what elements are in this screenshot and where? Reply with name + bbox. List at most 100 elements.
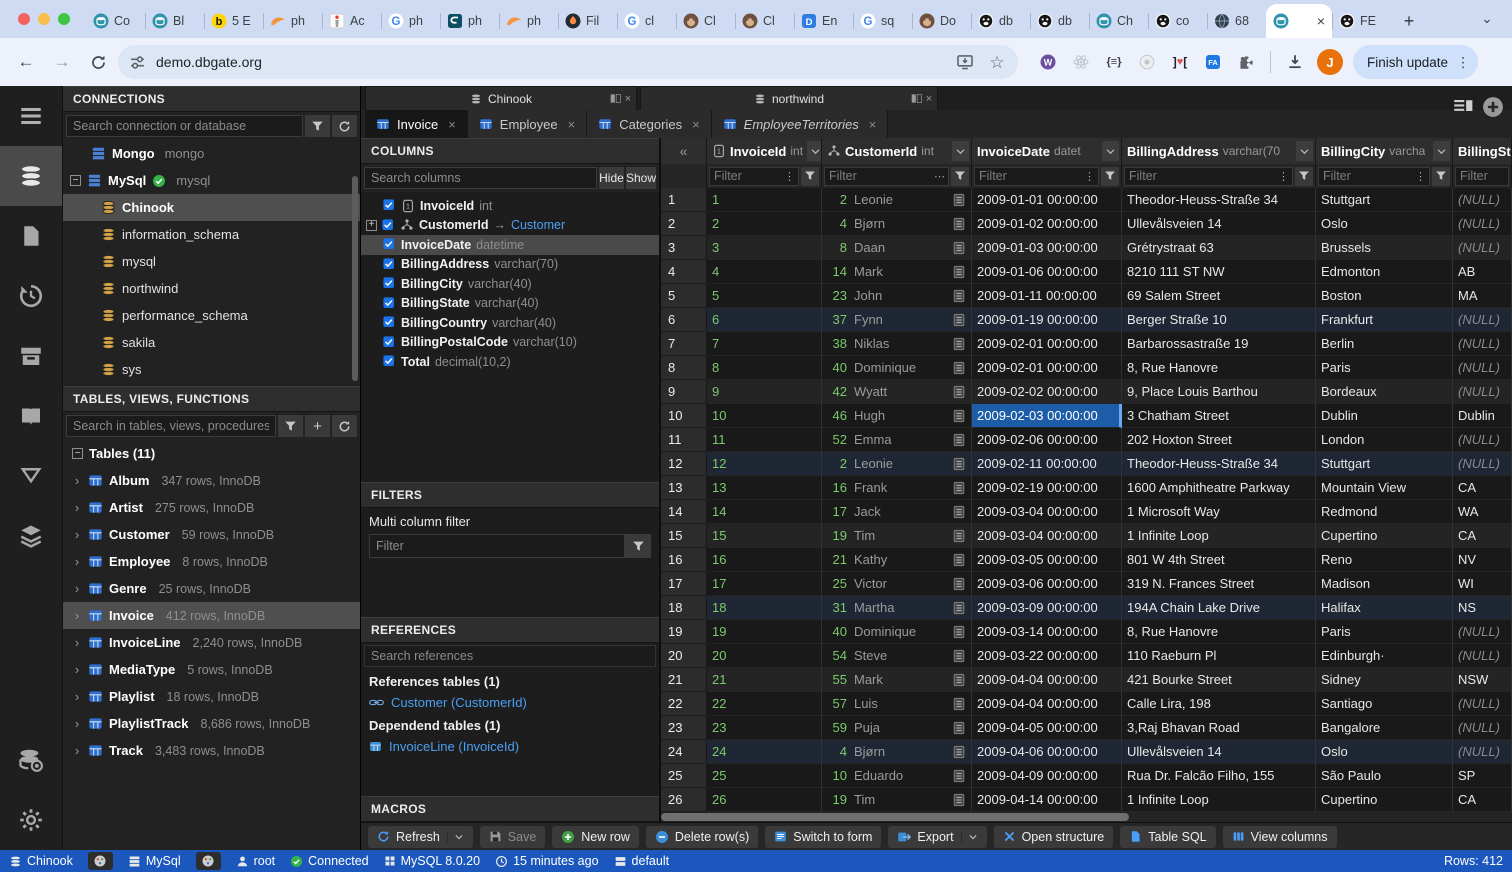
cell-invoiceid[interactable]: 15 bbox=[707, 524, 822, 548]
window-controls[interactable] bbox=[0, 0, 86, 38]
grid-row[interactable]: 232359Puja2009-04-05 00:00:003,Raj Bhava… bbox=[661, 716, 1512, 740]
browser-tab[interactable]: ph bbox=[440, 4, 499, 38]
grid-row[interactable]: 141417Jack2009-03-04 00:00:001 Microsoft… bbox=[661, 500, 1512, 524]
filter-input[interactable] bbox=[975, 168, 1081, 185]
cell-invoicedate[interactable]: 2009-01-06 00:00:00 bbox=[972, 260, 1122, 284]
open-reference-icon[interactable] bbox=[952, 769, 966, 783]
cell-billingaddress[interactable]: 319 N. Frances Street bbox=[1122, 572, 1316, 596]
cell-invoiceid[interactable]: 12 bbox=[707, 452, 822, 476]
open-reference-icon[interactable] bbox=[952, 361, 966, 375]
grid-row[interactable]: 202054Steve2009-03-22 00:00:00110 Raebur… bbox=[661, 644, 1512, 668]
address-bar[interactable]: demo.dbgate.org ☆ bbox=[118, 45, 1018, 79]
cell-billingcity[interactable]: Berlin bbox=[1316, 332, 1453, 356]
cell-billingstate[interactable]: (NULL) bbox=[1453, 740, 1512, 764]
cell-invoiceid[interactable]: 17 bbox=[707, 572, 822, 596]
cell-billingcity[interactable]: Cupertino bbox=[1316, 524, 1453, 548]
checkbox-checked-icon[interactable] bbox=[383, 277, 396, 290]
cell-billingstate[interactable]: MA bbox=[1453, 284, 1512, 308]
column-item-billingcountry[interactable]: BillingCountryvarchar(40) bbox=[361, 313, 659, 333]
cell-invoicedate[interactable]: 2009-01-19 00:00:00 bbox=[972, 308, 1122, 332]
cell-invoicedate[interactable]: 2009-04-04 00:00:00 bbox=[972, 668, 1122, 692]
connections-search-input[interactable] bbox=[66, 115, 303, 137]
cell-customerid[interactable]: 17Jack bbox=[822, 500, 972, 524]
grid-row[interactable]: 338Daan2009-01-03 00:00:00Grétrystraat 6… bbox=[661, 236, 1512, 260]
chevron-down-icon[interactable] bbox=[961, 832, 978, 842]
back-button[interactable]: ← bbox=[10, 46, 42, 78]
grid-row[interactable]: 222257Luis2009-04-04 00:00:00Calle Lira,… bbox=[661, 692, 1512, 716]
cell-billingstate[interactable]: WI bbox=[1453, 572, 1512, 596]
browser-tab[interactable]: Do bbox=[912, 4, 971, 38]
cell-billingaddress[interactable]: Ullevålsveien 14 bbox=[1122, 740, 1316, 764]
open-structure-button[interactable]: Open structure bbox=[994, 826, 1114, 848]
grid-row[interactable]: 5523John2009-01-11 00:00:0069 Salem Stre… bbox=[661, 284, 1512, 308]
gray-circle-extension-icon[interactable] bbox=[1135, 50, 1159, 74]
dots-vertical-icon[interactable]: ⋮ bbox=[781, 170, 798, 183]
cell-billingstate[interactable]: SP bbox=[1453, 764, 1512, 788]
cell-billingcity[interactable]: Stuttgart bbox=[1316, 188, 1453, 212]
cell-billingaddress[interactable]: Berger Straße 10 bbox=[1122, 308, 1316, 332]
grid-row[interactable]: 4414Mark2009-01-06 00:00:008210 111 ST N… bbox=[661, 260, 1512, 284]
cell-billingstate[interactable]: (NULL) bbox=[1453, 644, 1512, 668]
column-ref-link[interactable]: Customer bbox=[511, 218, 565, 232]
cell-billingaddress[interactable]: 202 Hoxton Street bbox=[1122, 428, 1316, 452]
rail-item-history[interactable] bbox=[0, 266, 62, 326]
chevron-right-icon[interactable]: › bbox=[72, 581, 82, 596]
connection-item-chinook[interactable]: Chinook bbox=[63, 194, 360, 221]
row-number[interactable]: 5 bbox=[661, 284, 707, 308]
cell-invoicedate[interactable]: 2009-02-01 00:00:00 bbox=[972, 332, 1122, 356]
column-item-customerid[interactable]: +CustomerId→Customer bbox=[361, 216, 659, 236]
cell-billingcity[interactable]: London bbox=[1316, 428, 1453, 452]
chevron-right-icon[interactable]: › bbox=[72, 716, 82, 731]
cell-billingstate[interactable]: (NULL) bbox=[1453, 332, 1512, 356]
filter-icon[interactable] bbox=[1295, 167, 1313, 186]
cell-billingaddress[interactable]: 8, Rue Hanovre bbox=[1122, 620, 1316, 644]
grid-column-header-invoicedate[interactable]: InvoiceDatedatet bbox=[972, 138, 1122, 164]
cell-invoicedate[interactable]: 2009-03-14 00:00:00 bbox=[972, 620, 1122, 644]
cell-customerid[interactable]: 25Victor bbox=[822, 572, 972, 596]
grid-row[interactable]: 9942Wyatt2009-02-02 00:00:009, Place Lou… bbox=[661, 380, 1512, 404]
browser-tab[interactable]: Ch bbox=[1089, 4, 1148, 38]
checkbox-checked-icon[interactable] bbox=[383, 199, 396, 212]
delete-row-s--button[interactable]: Delete row(s) bbox=[646, 826, 758, 848]
rail-item-archive[interactable] bbox=[0, 326, 62, 386]
cell-customerid[interactable]: 52Emma bbox=[822, 428, 972, 452]
row-number[interactable]: 18 bbox=[661, 596, 707, 620]
cell-invoiceid[interactable]: 19 bbox=[707, 620, 822, 644]
row-number[interactable]: 22 bbox=[661, 692, 707, 716]
row-number[interactable]: 9 bbox=[661, 380, 707, 404]
cell-customerid[interactable]: 2Leonie bbox=[822, 188, 972, 212]
open-reference-icon[interactable] bbox=[952, 673, 966, 687]
open-reference-icon[interactable] bbox=[952, 697, 966, 711]
cell-billingstate[interactable]: (NULL) bbox=[1453, 188, 1512, 212]
row-number[interactable]: 25 bbox=[661, 764, 707, 788]
grid-column-header-billingstate[interactable]: BillingState bbox=[1453, 138, 1512, 164]
column-item-billingpostalcode[interactable]: BillingPostalCodevarchar(10) bbox=[361, 333, 659, 353]
cell-invoicedate[interactable]: 2009-02-02 00:00:00 bbox=[972, 380, 1122, 404]
site-settings-icon[interactable] bbox=[124, 49, 150, 75]
cell-invoicedate[interactable]: 2009-03-04 00:00:00 bbox=[972, 524, 1122, 548]
row-number[interactable]: 1 bbox=[661, 188, 707, 212]
table-tab-categories[interactable]: Categories× bbox=[587, 110, 711, 138]
hide-button[interactable]: Hide bbox=[599, 167, 624, 189]
cell-customerid[interactable]: 57Luis bbox=[822, 692, 972, 716]
column-item-total[interactable]: Totaldecimal(10,2) bbox=[361, 352, 659, 372]
cell-billingstate[interactable]: AB bbox=[1453, 260, 1512, 284]
cell-invoiceid[interactable]: 13 bbox=[707, 476, 822, 500]
filter-icon[interactable] bbox=[305, 115, 330, 137]
cell-billingcity[interactable]: Bangalore bbox=[1316, 716, 1453, 740]
column-item-billingcity[interactable]: BillingCityvarchar(40) bbox=[361, 274, 659, 294]
table-sql-button[interactable]: Table SQL bbox=[1120, 826, 1215, 848]
row-number[interactable]: 4 bbox=[661, 260, 707, 284]
checkbox-checked-icon[interactable] bbox=[382, 219, 395, 232]
cell-billingaddress[interactable]: 3 Chatham Street bbox=[1122, 404, 1316, 428]
cell-invoicedate[interactable]: 2009-04-09 00:00:00 bbox=[972, 764, 1122, 788]
grid-row[interactable]: 131316Frank2009-02-19 00:00:001600 Amphi… bbox=[661, 476, 1512, 500]
grid-row[interactable]: 161621Kathy2009-03-05 00:00:00801 W 4th … bbox=[661, 548, 1512, 572]
cell-billingaddress[interactable]: Theodor-Heuss-Straße 34 bbox=[1122, 452, 1316, 476]
table-item-mediatype[interactable]: ›MediaType5 rows, InnoDB bbox=[63, 656, 360, 683]
forward-button[interactable]: → bbox=[46, 46, 78, 78]
cell-billingcity[interactable]: Santiago bbox=[1316, 692, 1453, 716]
layout-toggle-icon[interactable] bbox=[1453, 97, 1473, 117]
cell-invoicedate[interactable]: 2009-02-06 00:00:00 bbox=[972, 428, 1122, 452]
cell-billingcity[interactable]: Reno bbox=[1316, 548, 1453, 572]
